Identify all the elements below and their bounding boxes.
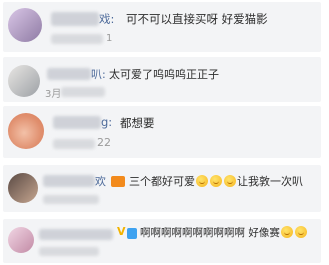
smile-emoji-icon bbox=[294, 226, 307, 238]
username-blurred bbox=[47, 68, 91, 80]
time-blurred bbox=[53, 139, 95, 149]
avatar[interactable] bbox=[8, 173, 38, 203]
verified-v-icon: V bbox=[117, 225, 126, 238]
time-blurred bbox=[39, 247, 99, 256]
smile-emoji-icon bbox=[224, 175, 236, 187]
time-blurred bbox=[51, 34, 103, 44]
comment-text: 可不可以直接买呀 好爱猫影 bbox=[126, 12, 268, 26]
comment-text: 啊啊啊啊啊啊啊啊啊啊 好像赛 bbox=[140, 225, 308, 240]
comment-list: 戏: 可不可以直接买呀 好爱猫影 1 叭: 太可爱了呜呜呜正正子 3月 g: 都… bbox=[0, 0, 329, 265]
comment-text: 太可爱了呜呜呜正正子 bbox=[109, 68, 219, 81]
username-blurred bbox=[43, 175, 95, 187]
time-blurred bbox=[61, 87, 105, 97]
fan-badge-icon bbox=[127, 228, 137, 239]
smile-emoji-icon bbox=[280, 226, 293, 238]
comment-row[interactable]: 叭: 太可爱了呜呜呜正正子 3月 bbox=[3, 57, 321, 102]
comment-text-part-b: 让我敦一次叭 bbox=[237, 175, 303, 188]
comment-text: 三个都好可爱 让我敦一次叭 bbox=[129, 173, 303, 189]
username-tail[interactable]: 叭: bbox=[91, 66, 106, 82]
avatar[interactable] bbox=[8, 8, 42, 42]
avatar[interactable] bbox=[8, 113, 44, 149]
avatar[interactable] bbox=[8, 227, 34, 253]
smile-emoji-icon bbox=[210, 175, 222, 187]
comment-time: 1 bbox=[106, 33, 113, 44]
comment-row[interactable]: V 啊啊啊啊啊啊啊啊啊啊 好像赛 bbox=[3, 219, 321, 263]
comment-time: 22 bbox=[97, 136, 111, 149]
comment-text: 都想要 bbox=[120, 116, 155, 130]
comment-row[interactable]: 戏: 可不可以直接买呀 好爱猫影 1 bbox=[3, 2, 321, 52]
username-tail[interactable]: g: bbox=[101, 115, 112, 129]
comment-text-part-a: 三个都好可爱 bbox=[129, 175, 195, 188]
comment-text-main: 啊啊啊啊啊啊啊啊啊啊 好像赛 bbox=[140, 227, 280, 239]
username-tail[interactable]: 欢 bbox=[95, 173, 106, 189]
username-blurred bbox=[51, 12, 99, 26]
smile-emoji-icon bbox=[196, 175, 208, 187]
avatar[interactable] bbox=[8, 65, 40, 97]
comment-row[interactable]: 欢 三个都好可爱 让我敦一次叭 bbox=[3, 165, 321, 212]
fan-badge-icon bbox=[111, 176, 125, 187]
username-blurred bbox=[39, 229, 113, 240]
username-blurred bbox=[53, 116, 101, 129]
username-tail[interactable]: 戏: bbox=[99, 11, 114, 27]
comment-time: 3月 bbox=[45, 89, 62, 100]
comment-row[interactable]: g: 都想要 22 bbox=[3, 106, 321, 158]
time-blurred bbox=[43, 195, 99, 204]
